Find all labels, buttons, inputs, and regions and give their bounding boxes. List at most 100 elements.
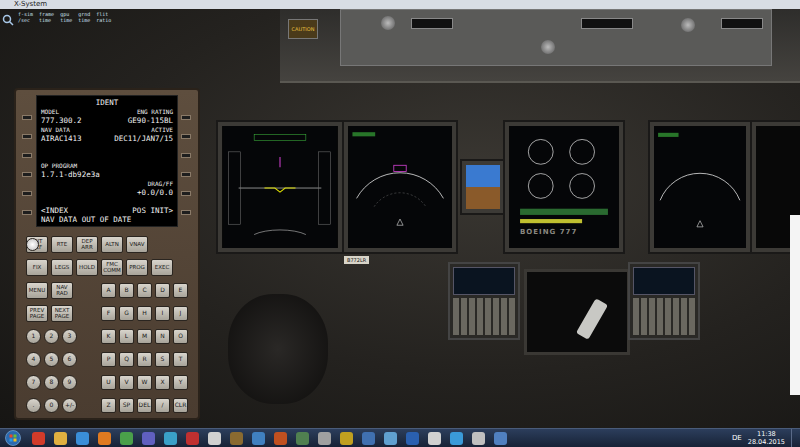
cdu-key[interactable]: B: [119, 283, 134, 298]
app-icon[interactable]: [274, 432, 287, 445]
cdu-key[interactable]: 8: [44, 375, 59, 390]
app-icon[interactable]: [318, 432, 331, 445]
line-select-key[interactable]: [181, 210, 191, 215]
app-icon[interactable]: [230, 432, 243, 445]
language-indicator[interactable]: DE: [732, 434, 742, 442]
show-desktop-button[interactable]: [791, 429, 800, 447]
cdu-key[interactable]: EXEC: [151, 259, 173, 276]
cdu-key[interactable]: NAV RAD: [51, 282, 73, 299]
cdu-key[interactable]: A: [101, 283, 116, 298]
line-select-key[interactable]: [181, 191, 191, 196]
cdu-key[interactable]: 0: [44, 398, 59, 413]
app-icon[interactable]: [362, 432, 375, 445]
app-icon[interactable]: [208, 432, 221, 445]
cdu-key[interactable]: U: [101, 375, 116, 390]
app-icon[interactable]: [296, 432, 309, 445]
knob-icon[interactable]: [381, 16, 395, 30]
app-icon[interactable]: [494, 432, 507, 445]
line-select-key[interactable]: [181, 172, 191, 177]
cdu-key[interactable]: RTE: [51, 236, 73, 253]
cdu-key[interactable]: 4: [26, 352, 41, 367]
cdu-key[interactable]: /: [155, 398, 170, 413]
cdu-key[interactable]: I: [155, 306, 170, 321]
cdu-key[interactable]: 9: [62, 375, 77, 390]
cdu-key[interactable]: 1: [26, 329, 41, 344]
cdu-key[interactable]: LEGS: [51, 259, 73, 276]
app-icon[interactable]: [252, 432, 265, 445]
cdu-key[interactable]: PREV PAGE: [26, 305, 48, 322]
cdu-key[interactable]: CLR: [173, 398, 188, 413]
cdu-key[interactable]: T: [173, 352, 188, 367]
cdu-key[interactable]: ALTN: [101, 236, 123, 253]
cockpit-view[interactable]: CAUTION f-sim frame gpu grnd flit/sec ti…: [0, 9, 800, 428]
cdu-key[interactable]: M: [137, 329, 152, 344]
master-caution-button[interactable]: CAUTION: [288, 19, 318, 39]
line-select-key[interactable]: [22, 172, 32, 177]
cdu-key[interactable]: 5: [44, 352, 59, 367]
cdu-key[interactable]: FMC COMM: [101, 259, 123, 276]
line-select-key[interactable]: [181, 153, 191, 158]
cdu-popup[interactable]: IDENT MODEL ENG RATING777.300.2 GE90-115…: [14, 88, 200, 420]
cdu-key[interactable]: NEXT PAGE: [51, 305, 73, 322]
cdu-key[interactable]: S: [155, 352, 170, 367]
cdu-key[interactable]: DEP ARR: [76, 236, 98, 253]
start-button[interactable]: [0, 430, 26, 446]
cdu-key[interactable]: Z: [101, 398, 116, 413]
cdu-key[interactable]: Q: [119, 352, 134, 367]
app-icon[interactable]: [406, 432, 419, 445]
yoke[interactable]: [228, 294, 328, 404]
cdu-key[interactable]: L: [119, 329, 134, 344]
cdu-key[interactable]: D: [155, 283, 170, 298]
app-icon[interactable]: [164, 432, 177, 445]
cdu-key[interactable]: SP: [119, 398, 134, 413]
app-icon[interactable]: [340, 432, 353, 445]
app-icon[interactable]: [120, 432, 133, 445]
line-select-key[interactable]: [22, 115, 32, 120]
app-icon[interactable]: [450, 432, 463, 445]
app-icon[interactable]: [186, 432, 199, 445]
cdu-key[interactable]: +/-: [62, 398, 77, 413]
app-icon[interactable]: [54, 432, 67, 445]
cdu-key[interactable]: J: [173, 306, 188, 321]
cdu-key[interactable]: V: [119, 375, 134, 390]
cdu-key[interactable]: 2: [44, 329, 59, 344]
cdu-key[interactable]: DEL: [137, 398, 152, 413]
cdu-key[interactable]: 3: [62, 329, 77, 344]
cdu-key[interactable]: O: [173, 329, 188, 344]
line-select-key[interactable]: [181, 115, 191, 120]
cdu-key[interactable]: R: [137, 352, 152, 367]
app-icon[interactable]: [428, 432, 441, 445]
cdu-key[interactable]: P: [101, 352, 116, 367]
line-select-key[interactable]: [22, 210, 32, 215]
cdu-key[interactable]: C: [137, 283, 152, 298]
cdu-key[interactable]: HOLD: [76, 259, 98, 276]
cdu-key[interactable]: F: [101, 306, 116, 321]
magnifier-icon[interactable]: [2, 14, 14, 26]
app-icon[interactable]: [384, 432, 397, 445]
line-select-key[interactable]: [22, 191, 32, 196]
cdu-mini-keys[interactable]: [453, 298, 515, 335]
knob-icon[interactable]: [541, 40, 555, 54]
app-icon[interactable]: [98, 432, 111, 445]
cdu-key[interactable]: G: [119, 306, 134, 321]
cdu-key[interactable]: FIX: [26, 259, 48, 276]
cdu-key[interactable]: 7: [26, 375, 41, 390]
cdu-key[interactable]: K: [101, 329, 116, 344]
cdu-key[interactable]: H: [137, 306, 152, 321]
app-icon[interactable]: [142, 432, 155, 445]
cdu-key[interactable]: X: [155, 375, 170, 390]
app-icon[interactable]: [76, 432, 89, 445]
cdu-key[interactable]: Y: [173, 375, 188, 390]
first-officer-cdu[interactable]: [628, 262, 700, 340]
cdu-key[interactable]: VNAV: [126, 236, 148, 253]
knob-icon[interactable]: [681, 18, 695, 32]
cdu-key[interactable]: [26, 238, 39, 251]
app-icon[interactable]: [32, 432, 45, 445]
line-select-key[interactable]: [22, 134, 32, 139]
cdu-mini-keys[interactable]: [633, 298, 695, 335]
app-icon[interactable]: [472, 432, 485, 445]
clock[interactable]: 11:38 28.04.2015: [748, 430, 785, 446]
line-select-key[interactable]: [22, 153, 32, 158]
cdu-key[interactable]: 6: [62, 352, 77, 367]
line-select-key[interactable]: [181, 134, 191, 139]
